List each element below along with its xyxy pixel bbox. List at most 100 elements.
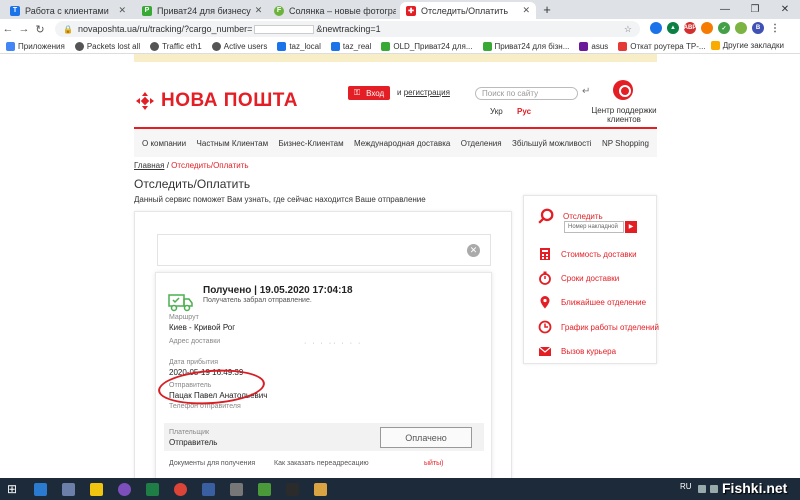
track-go-button[interactable]: ▶	[625, 221, 637, 233]
close-icon[interactable]: ✕	[114, 5, 126, 16]
forward-icon[interactable]: →	[16, 23, 32, 35]
bookmark-packets[interactable]: Packets lost all	[74, 41, 140, 51]
extension-icon[interactable]	[735, 22, 747, 34]
enter-icon[interactable]: ↵	[582, 86, 590, 97]
menu-item-opportunities[interactable]: Збільшуй можливості	[512, 139, 592, 148]
apps-grid-icon	[6, 41, 15, 51]
address-value-redacted: · · · ·· · · ·	[304, 340, 363, 347]
sidebar-label: Стоимость доставки	[561, 249, 637, 259]
window-close-icon[interactable]: ✕	[770, 0, 800, 19]
sidebar-label: Отследить	[563, 211, 603, 221]
bookmark-other[interactable]: Другие закладки	[710, 41, 784, 50]
taskbar-item[interactable]	[168, 480, 192, 498]
bookmark-traffic[interactable]: Traffic eth1	[150, 41, 202, 51]
arrival-label: Дата прибытия	[169, 359, 218, 366]
extension-icon[interactable]	[650, 22, 662, 34]
clear-icon[interactable]: ✕	[467, 244, 480, 257]
lang-ru-link[interactable]: Рус	[517, 107, 531, 116]
breadcrumb-home[interactable]: Главная	[134, 161, 164, 170]
bookmark-privat-biz[interactable]: Приват24 для бізн...	[482, 41, 569, 51]
novaposhta-logo[interactable]: НОВА ПОШТА	[135, 90, 298, 112]
waybill-number-input[interactable]: Номер накладной	[564, 221, 624, 233]
taskbar-item[interactable]	[84, 480, 108, 498]
taskbar-item[interactable]	[196, 480, 220, 498]
redirect-link-tail[interactable]: ыйты)	[424, 460, 444, 467]
close-icon[interactable]: ✕	[518, 5, 530, 16]
sidebar-label: График работы отделений	[561, 322, 659, 332]
url-field[interactable]: 🔒 novaposhta.ua/ru/tracking/?cargo_numbe…	[55, 21, 640, 37]
taskbar-item[interactable]	[252, 480, 276, 498]
taskbar-item[interactable]	[56, 480, 80, 498]
close-icon[interactable]: ✕	[251, 5, 263, 16]
bookmark-star-icon[interactable]: ☆	[624, 24, 632, 35]
lang-ua-link[interactable]: Укр	[490, 107, 503, 116]
bookmark-router[interactable]: Откат роутера TP-...	[618, 41, 706, 51]
minimize-icon[interactable]: —	[710, 0, 740, 19]
tray-network-icon[interactable]	[710, 485, 718, 493]
login-button[interactable]: ⚿ Вход	[348, 86, 391, 100]
taskbar-item[interactable]	[224, 480, 248, 498]
taskbar-item[interactable]	[308, 480, 332, 498]
taskbar-item[interactable]	[280, 480, 304, 498]
excel-icon	[145, 482, 159, 496]
bookmark-taz-local[interactable]: taz_local	[277, 41, 321, 51]
taskbar-item[interactable]	[140, 480, 164, 498]
site-search-input[interactable]: Поиск по сайту	[475, 87, 578, 100]
bookmark-apps[interactable]: Приложения	[6, 41, 65, 51]
menu-item-branches[interactable]: Отделения	[461, 139, 502, 148]
payer-label: Плательщик	[169, 429, 210, 436]
bookmark-active-users[interactable]: Active users	[211, 41, 267, 51]
redirect-link[interactable]: Как заказать переадресацию	[274, 460, 369, 467]
support-icon[interactable]	[613, 80, 633, 100]
new-tab-button[interactable]: +	[540, 3, 554, 17]
bookmark-label: Другие закладки	[722, 41, 784, 50]
bookmark-old-privat[interactable]: OLD_Приват24 для...	[381, 41, 473, 51]
extension-icon[interactable]	[701, 22, 713, 34]
tracking-number-input[interactable]: ✕	[157, 234, 491, 266]
sidebar-item-schedule[interactable]: График работы отделений	[538, 320, 659, 334]
register-link[interactable]: регистрация	[404, 88, 450, 97]
menu-dots-icon[interactable]: ⋮	[769, 22, 781, 34]
menu-item-about[interactable]: О компании	[142, 139, 186, 148]
extension-icon[interactable]: ▲	[667, 22, 679, 34]
menu-item-private[interactable]: Частным Клиентам	[197, 139, 269, 148]
login-label: Вход	[366, 88, 385, 98]
tray-up-icon[interactable]	[698, 485, 706, 493]
tab-fishki[interactable]: F Солянка – новые фотографии, ✕	[268, 2, 396, 19]
page-content: НОВА ПОШТА ⚿ Вход и регистрация Поиск по…	[0, 54, 800, 478]
extensions: ▲ ABP ✓ B ⋮	[650, 22, 781, 34]
support-center-link[interactable]: Центр поддержки клиентов	[590, 106, 658, 124]
paid-button[interactable]: Оплачено	[380, 427, 472, 448]
back-icon[interactable]: ←	[0, 23, 16, 35]
sidebar-item-terms[interactable]: Сроки доставки	[538, 271, 619, 285]
documents-link[interactable]: Документы для получения	[169, 460, 255, 467]
sidebar-label: Ближайшее отделение	[561, 297, 647, 307]
logo-text: НОВА ПОШТА	[161, 90, 298, 111]
bookmark-asus[interactable]: asus	[579, 41, 608, 51]
bookmark-taz-real[interactable]: taz_real	[330, 41, 371, 51]
tray-language[interactable]: RU	[680, 482, 692, 491]
menu-item-international[interactable]: Международная доставка	[354, 139, 450, 148]
tab-work-clients[interactable]: T Работа с клиентами ✕	[4, 2, 132, 19]
reload-icon[interactable]: ↻	[32, 23, 48, 36]
register-prefix: и	[397, 88, 402, 97]
sidebar-item-cost[interactable]: Стоимость доставки	[538, 247, 637, 261]
menu-item-np-shopping[interactable]: NP Shopping	[602, 139, 649, 148]
taskbar-item[interactable]	[112, 480, 136, 498]
maximize-icon[interactable]: ❐	[740, 0, 770, 19]
start-button[interactable]: ⊞	[0, 480, 24, 498]
extension-icon[interactable]: ✓	[718, 22, 730, 34]
menu-item-business[interactable]: Бизнес-Клиентам	[279, 139, 344, 148]
bookmarks-bar: Приложения Packets lost all Traffic eth1…	[0, 39, 800, 54]
tab-privat24[interactable]: P Приват24 для бизнесу ✕	[136, 2, 264, 19]
top-banner-strip	[134, 54, 657, 62]
adblock-icon[interactable]: ABP	[684, 22, 696, 34]
profile-avatar-icon[interactable]: B	[752, 22, 764, 34]
windows-taskbar: ⊞ RU Fishki.net	[0, 478, 800, 500]
breadcrumb-current: Отследить/Оплатить	[171, 161, 249, 170]
taskbar-item[interactable]	[28, 480, 52, 498]
tab-novaposhta-tracking[interactable]: ✚ Отследить/Оплатить ✕	[400, 2, 536, 19]
services-sidebar: Отследить Номер накладной ▶ Стоимость до…	[523, 195, 659, 364]
sidebar-item-nearest[interactable]: Ближайшее отделение	[538, 295, 646, 309]
sidebar-item-courier[interactable]: Вызов курьера	[538, 344, 616, 358]
